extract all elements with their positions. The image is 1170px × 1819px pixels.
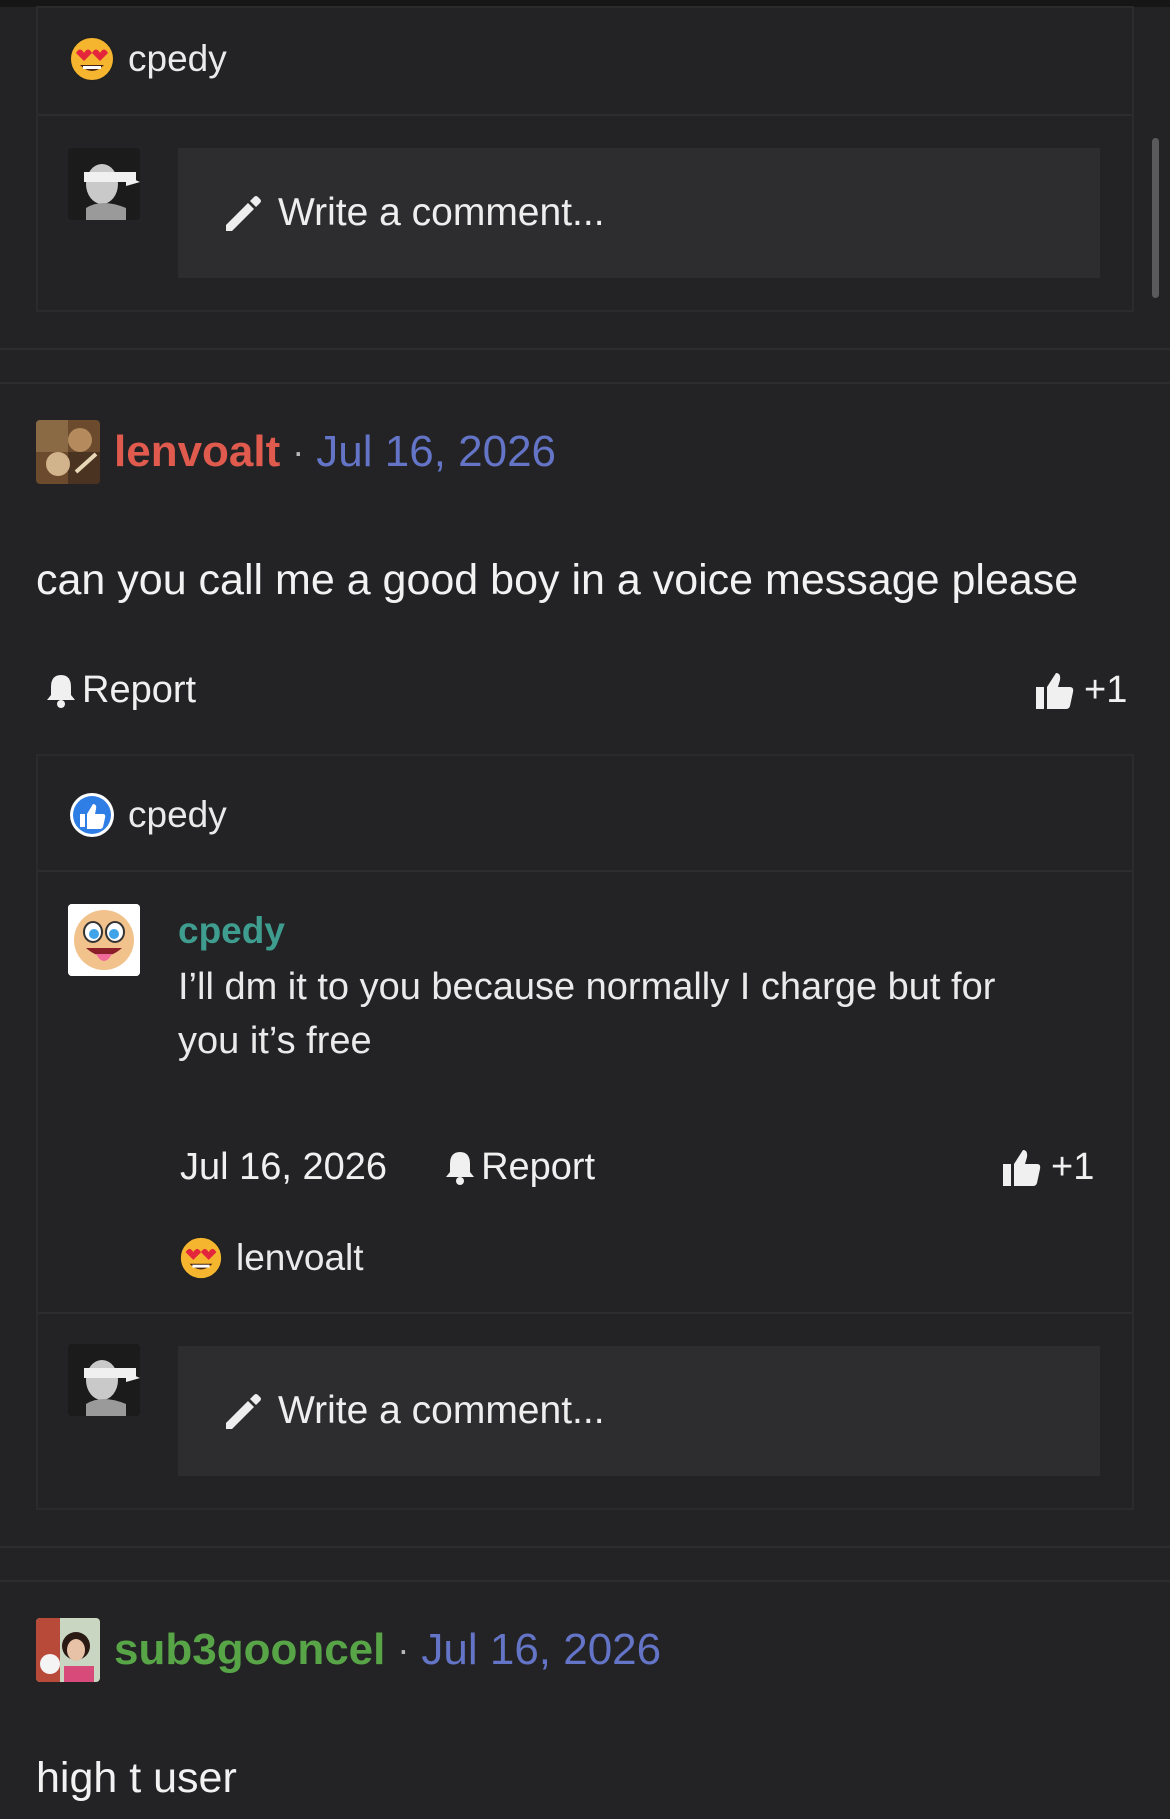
section-divider: [0, 348, 1170, 350]
reply-body-line: you it’s free: [178, 1020, 372, 1062]
divider: [38, 1312, 1132, 1314]
reaction-username[interactable]: lenvoalt: [236, 1237, 364, 1279]
pencil-icon: [226, 196, 261, 231]
bell-icon: [47, 675, 75, 708]
section-divider: [0, 382, 1170, 384]
heart-eyes-emoji-icon: [178, 1235, 224, 1281]
current-user-avatar[interactable]: [68, 148, 140, 220]
scrollbar[interactable]: [1152, 138, 1159, 298]
reply-body-line: I’ll dm it to you because normally I cha…: [178, 966, 996, 1008]
comment-date[interactable]: Jul 16, 2026: [316, 427, 556, 477]
write-comment-placeholder: Write a comment...: [278, 191, 605, 234]
pencil-icon: [226, 1394, 261, 1429]
like-badge-icon: [68, 791, 116, 839]
comment-body: can you call me a good boy in a voice me…: [36, 556, 1079, 604]
write-comment-placeholder: Write a comment...: [278, 1389, 605, 1432]
comment-username[interactable]: sub3gooncel: [114, 1625, 385, 1675]
write-comment-input[interactable]: Write a comment...: [178, 148, 1100, 278]
like-reaction-row[interactable]: cpedy: [68, 786, 227, 844]
comment-header: lenvoalt · Jul 16, 2026: [36, 420, 556, 484]
like-button[interactable]: +1: [1034, 665, 1127, 715]
reply-avatar[interactable]: [68, 904, 140, 976]
thumbs-up-icon: [1036, 673, 1074, 709]
section-divider: [0, 1580, 1170, 1582]
like-count: +1: [1084, 668, 1128, 711]
current-user-avatar[interactable]: [68, 1344, 140, 1416]
bell-icon: [446, 1152, 475, 1185]
user-avatar[interactable]: [36, 1618, 100, 1682]
report-label: Report: [82, 668, 197, 711]
section-divider: [0, 1546, 1170, 1548]
divider: [38, 870, 1132, 872]
header-separator: ·: [397, 1629, 410, 1670]
comment-body: high t user: [36, 1754, 237, 1802]
reply-body: I’ll dm it to you because normally I cha…: [178, 960, 1098, 1068]
reply-reaction-row[interactable]: lenvoalt: [178, 1230, 364, 1286]
top-reaction-row[interactable]: cpedy: [68, 30, 227, 88]
report-button[interactable]: Report: [44, 665, 196, 715]
reply-date[interactable]: Jul 16, 2026: [180, 1146, 387, 1189]
like-count: +1: [1051, 1145, 1095, 1188]
reaction-username[interactable]: cpedy: [128, 794, 227, 836]
reply-like-button[interactable]: +1: [1001, 1142, 1094, 1192]
reply-username[interactable]: cpedy: [178, 910, 285, 952]
user-avatar[interactable]: [36, 420, 100, 484]
reply-report-button[interactable]: Report: [443, 1146, 595, 1189]
comment-date[interactable]: Jul 16, 2026: [421, 1625, 661, 1675]
comment-header: sub3gooncel · Jul 16, 2026: [36, 1618, 661, 1682]
comment-username[interactable]: lenvoalt: [114, 427, 280, 477]
reaction-username[interactable]: cpedy: [128, 38, 227, 80]
header-separator: ·: [292, 431, 305, 472]
report-label: Report: [481, 1145, 596, 1188]
divider: [38, 114, 1132, 116]
write-comment-input[interactable]: Write a comment...: [178, 1346, 1100, 1476]
thumbs-up-icon: [1003, 1150, 1041, 1186]
reply-actions: Jul 16, 2026 Report: [180, 1142, 595, 1192]
heart-eyes-emoji-icon: [68, 35, 116, 83]
